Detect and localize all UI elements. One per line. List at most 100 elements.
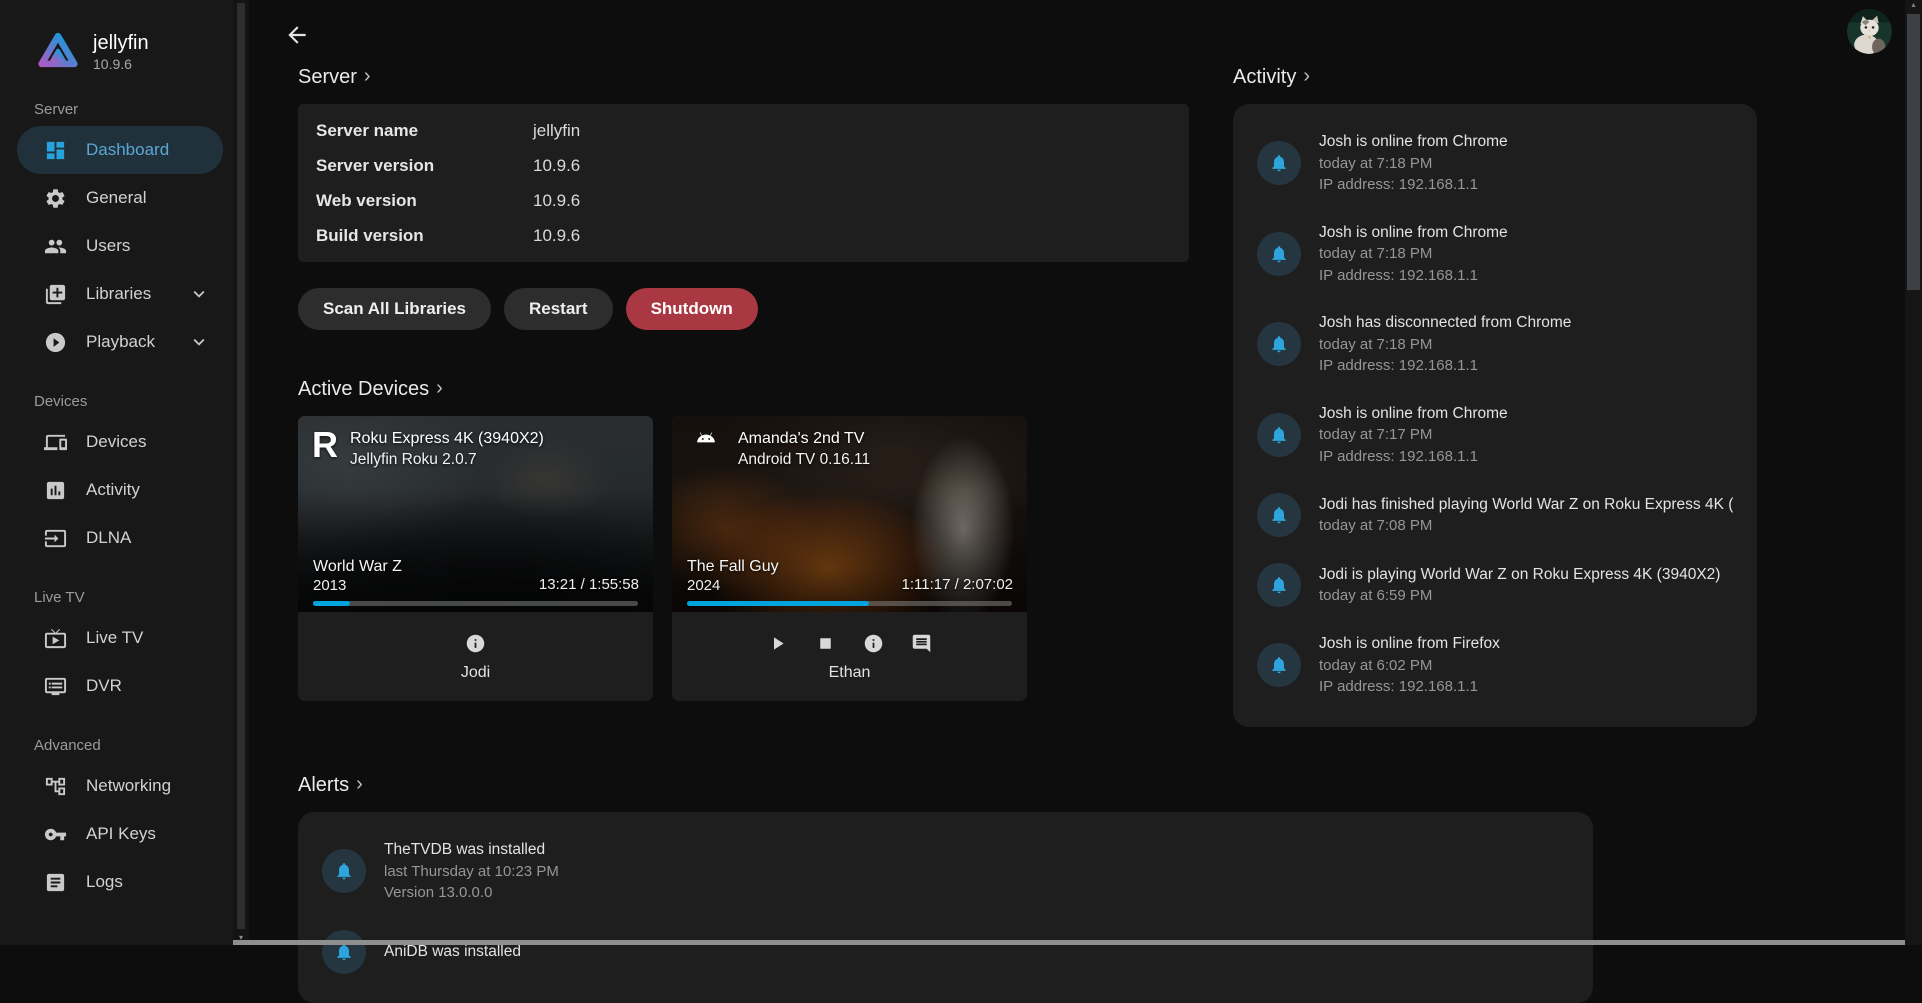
sidebar-item-label: Activity <box>86 480 140 500</box>
chevron-right-icon: › <box>356 771 363 797</box>
bell-icon <box>1269 575 1289 595</box>
notification-avatar <box>1257 493 1301 537</box>
playback-progress-bar[interactable] <box>313 601 638 606</box>
user-menu-button[interactable] <box>1847 9 1892 54</box>
sidebar-item-activity[interactable]: Activity <box>17 466 223 514</box>
window-vertical-scrollbar-thumb[interactable] <box>1907 14 1920 290</box>
media-title: World War Z <box>313 557 402 576</box>
sidebar-item-playback[interactable]: Playback <box>17 318 223 366</box>
stop-icon <box>815 633 836 654</box>
notification-avatar <box>1257 232 1301 276</box>
server-info-label: Web version <box>316 191 533 211</box>
server-info-card: Server namejellyfinServer version10.9.6W… <box>298 104 1189 262</box>
sidebar-item-users[interactable]: Users <box>17 222 223 270</box>
sidebar-item-networking[interactable]: Networking <box>17 762 223 810</box>
info-button[interactable] <box>863 633 884 654</box>
notification-title: Josh has disconnected from Chrome <box>1319 312 1571 334</box>
list-item: Josh is online from Chrometoday at 7:18 … <box>1233 209 1757 300</box>
bell-icon <box>1269 505 1289 525</box>
notification-detail: IP address: 192.168.1.1 <box>1319 174 1508 196</box>
active-devices-list: RRoku Express 4K (3940X2)Jellyfin Roku 2… <box>298 416 1189 701</box>
back-button[interactable] <box>282 20 312 50</box>
server-info-label: Build version <box>316 226 533 246</box>
sidebar-item-dlna[interactable]: DLNA <box>17 514 223 562</box>
sidebar-item-libraries[interactable]: Libraries <box>17 270 223 318</box>
back-arrow-icon <box>284 22 310 48</box>
sidebar-item-label: API Keys <box>86 824 156 844</box>
sidebar-item-label: Users <box>86 236 130 256</box>
sidebar-item-live-tv[interactable]: Live TV <box>17 614 223 662</box>
window-horizontal-scrollbar[interactable] <box>233 940 1905 945</box>
device-header: RRoku Express 4K (3940X2)Jellyfin Roku 2… <box>312 428 544 470</box>
sidebar-section-label-devices: Devices <box>34 393 233 410</box>
server-info-row: Build version10.9.6 <box>316 218 1171 253</box>
scroll-up-arrow-icon[interactable]: ▲ <box>1905 2 1922 9</box>
notification-time: last Thursday at 10:23 PM <box>384 861 559 883</box>
sidebar-item-label: DVR <box>86 676 122 696</box>
alerts-heading[interactable]: Alerts › <box>298 772 1189 798</box>
device-header-text: Roku Express 4K (3940X2)Jellyfin Roku 2.… <box>350 428 544 470</box>
message-button[interactable] <box>911 633 932 654</box>
sidebar-section-label-live-tv: Live TV <box>34 589 233 606</box>
bell-icon <box>1269 153 1289 173</box>
settings-icon <box>44 187 67 210</box>
app-brand: jellyfin 10.9.6 <box>0 0 233 74</box>
device-name: Roku Express 4K (3940X2) <box>350 428 544 449</box>
restart-button[interactable]: Restart <box>504 288 613 330</box>
window-vertical-scrollbar[interactable]: ▲ <box>1905 0 1922 945</box>
shutdown-button[interactable]: Shutdown <box>626 288 758 330</box>
server-info-label: Server name <box>316 121 533 141</box>
sidebar-scrollbar[interactable]: ▾ <box>233 0 249 945</box>
notification-text: Josh is online from Firefoxtoday at 6:02… <box>1319 633 1500 698</box>
stop-button[interactable] <box>815 633 836 654</box>
notification-detail: IP address: 192.168.1.1 <box>1319 265 1508 287</box>
sidebar-item-api-keys[interactable]: API Keys <box>17 810 223 858</box>
notification-detail: IP address: 192.168.1.1 <box>1319 676 1500 698</box>
sidebar-scrollbar-thumb[interactable] <box>237 3 245 929</box>
sidebar-item-logs[interactable]: Logs <box>17 858 223 906</box>
notification-text: Jodi is playing World War Z on Roku Expr… <box>1319 564 1720 607</box>
playback-controls <box>767 631 932 655</box>
sidebar-item-general[interactable]: General <box>17 174 223 222</box>
list-item: Jodi has finished playing World War Z on… <box>1233 480 1757 550</box>
logs-icon <box>44 871 67 894</box>
session-user-name: Jodi <box>461 664 490 682</box>
devices-icon <box>44 431 67 454</box>
chevron-right-icon: › <box>436 375 443 401</box>
active-devices-heading[interactable]: Active Devices › <box>298 376 1189 402</box>
main-content: Server › Server namejellyfinServer versi… <box>249 0 1905 945</box>
libraries-icon <box>44 283 67 306</box>
info-button[interactable] <box>465 633 486 654</box>
sidebar-item-label: Libraries <box>86 284 151 304</box>
live-tv-icon <box>44 627 67 650</box>
sidebar-item-dvr[interactable]: DVR <box>17 662 223 710</box>
server-section-heading[interactable]: Server › <box>298 64 1189 90</box>
notification-time: today at 7:18 PM <box>1319 243 1508 265</box>
sidebar-item-label: Playback <box>86 332 155 352</box>
device-card-footer: Ethan <box>672 612 1027 701</box>
media-info: The Fall Guy2024 <box>687 557 779 595</box>
play-button[interactable] <box>767 633 788 654</box>
device-card-footer: Jodi <box>298 612 653 701</box>
notification-text: Josh has disconnected from Chrometoday a… <box>1319 312 1571 377</box>
list-item: Jodi is playing World War Z on Roku Expr… <box>1233 550 1757 620</box>
sidebar-item-label: Dashboard <box>86 140 169 160</box>
sidebar-item-devices[interactable]: Devices <box>17 418 223 466</box>
list-item: Josh is online from Firefoxtoday at 6:02… <box>1233 620 1757 711</box>
device-app-version: Android TV 0.16.11 <box>738 449 870 470</box>
sidebar-item-label: Live TV <box>86 628 143 648</box>
sidebar-item-dashboard[interactable]: Dashboard <box>17 126 223 174</box>
sidebar-item-label: DLNA <box>86 528 131 548</box>
playback-controls <box>465 631 486 655</box>
sidebar-item-label: Networking <box>86 776 171 796</box>
activity-heading[interactable]: Activity › <box>1233 64 1757 90</box>
server-info-value: 10.9.6 <box>533 156 580 176</box>
playback-icon <box>44 331 67 354</box>
sidebar-item-label: Devices <box>86 432 146 452</box>
playback-progress-bar[interactable] <box>687 601 1012 606</box>
notification-avatar <box>1257 322 1301 366</box>
message-icon <box>911 633 932 654</box>
list-item: Josh is online from Chrometoday at 7:18 … <box>1233 118 1757 209</box>
dlna-icon <box>44 527 67 550</box>
scan-all-libraries-button[interactable]: Scan All Libraries <box>298 288 491 330</box>
